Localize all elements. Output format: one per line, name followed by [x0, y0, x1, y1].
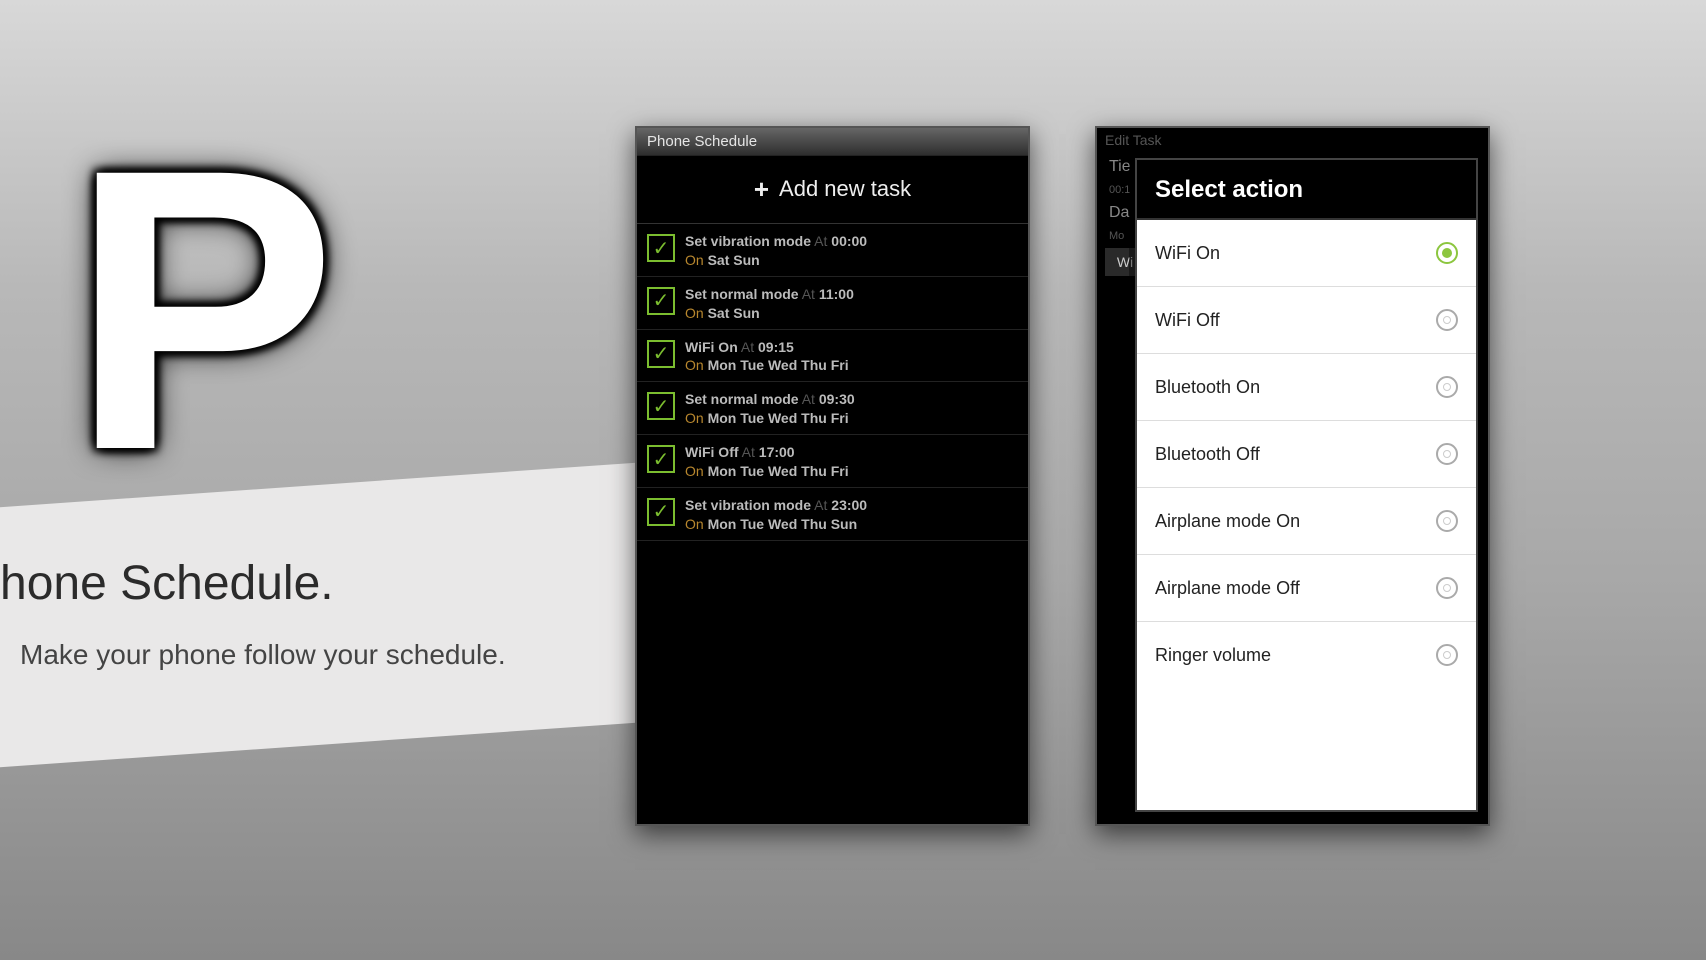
- action-option[interactable]: WiFi On: [1137, 220, 1476, 287]
- task-on: On: [685, 357, 704, 373]
- task-on: On: [685, 305, 704, 321]
- add-new-task-button[interactable]: + Add new task: [637, 156, 1028, 224]
- task-time: 00:00: [831, 233, 867, 249]
- task-checkbox[interactable]: ✓: [647, 234, 675, 262]
- action-option[interactable]: WiFi Off: [1137, 287, 1476, 354]
- task-days: Mon Tue Wed Thu Fri: [708, 463, 849, 479]
- task-row[interactable]: ✓ Set vibration mode At 23:00 On Mon Tue…: [637, 488, 1028, 541]
- task-at: At: [742, 444, 755, 460]
- action-option[interactable]: Airplane mode On: [1137, 488, 1476, 555]
- task-text: Set vibration mode At 00:00 On Sat Sun: [685, 232, 1018, 270]
- action-option-label: Bluetooth On: [1155, 377, 1260, 398]
- task-time: 23:00: [831, 497, 867, 513]
- task-at: At: [802, 286, 815, 302]
- promo-banner: hone Schedule. Make your phone follow yo…: [0, 462, 640, 770]
- edit-task-header: Edit Task: [1097, 128, 1488, 152]
- task-days: Sat Sun: [708, 305, 760, 321]
- task-checkbox[interactable]: ✓: [647, 498, 675, 526]
- action-option[interactable]: Bluetooth On: [1137, 354, 1476, 421]
- task-days: Mon Tue Wed Thu Fri: [708, 357, 849, 373]
- task-checkbox[interactable]: ✓: [647, 340, 675, 368]
- promo-title: hone Schedule.: [0, 556, 600, 611]
- app-header: Phone Schedule: [637, 128, 1028, 156]
- task-name: Set vibration mode: [685, 233, 811, 249]
- task-time: 09:30: [819, 391, 855, 407]
- radio-icon: [1436, 577, 1458, 599]
- task-checkbox[interactable]: ✓: [647, 392, 675, 420]
- task-days: Sat Sun: [708, 252, 760, 268]
- task-time: 09:15: [758, 339, 794, 355]
- task-checkbox[interactable]: ✓: [647, 445, 675, 473]
- action-option-label: Bluetooth Off: [1155, 444, 1260, 465]
- task-at: At: [814, 233, 827, 249]
- select-action-dialog: Select action WiFi On WiFi Off Bluetooth…: [1135, 158, 1478, 812]
- dialog-option-list: WiFi On WiFi Off Bluetooth On Bluetooth …: [1137, 220, 1476, 810]
- radio-icon: [1436, 644, 1458, 666]
- task-row[interactable]: ✓ Set vibration mode At 00:00 On Sat Sun: [637, 224, 1028, 277]
- task-name: Set vibration mode: [685, 497, 811, 513]
- action-option-label: Airplane mode On: [1155, 511, 1300, 532]
- task-at: At: [814, 497, 827, 513]
- task-text: Set normal mode At 09:30 On Mon Tue Wed …: [685, 390, 1018, 428]
- phone-task-list: Phone Schedule + Add new task ✓ Set vibra…: [635, 126, 1030, 826]
- task-checkbox[interactable]: ✓: [647, 287, 675, 315]
- task-row[interactable]: ✓ WiFi On At 09:15 On Mon Tue Wed Thu Fr…: [637, 330, 1028, 383]
- radio-icon: [1436, 443, 1458, 465]
- task-name: Set normal mode: [685, 286, 799, 302]
- radio-icon: [1436, 242, 1458, 264]
- task-name: WiFi On: [685, 339, 738, 355]
- plus-icon: +: [754, 174, 769, 204]
- task-text: Set vibration mode At 23:00 On Mon Tue W…: [685, 496, 1018, 534]
- logo-letter: P: [70, 160, 337, 460]
- task-at: At: [802, 391, 815, 407]
- task-at: At: [741, 339, 754, 355]
- task-on: On: [685, 463, 704, 479]
- task-row[interactable]: ✓ Set normal mode At 09:30 On Mon Tue We…: [637, 382, 1028, 435]
- task-text: WiFi Off At 17:00 On Mon Tue Wed Thu Fri: [685, 443, 1018, 481]
- task-on: On: [685, 516, 704, 532]
- action-option-label: Ringer volume: [1155, 645, 1271, 666]
- task-time: 17:00: [759, 444, 795, 460]
- task-row[interactable]: ✓ WiFi Off At 17:00 On Mon Tue Wed Thu F…: [637, 435, 1028, 488]
- radio-icon: [1436, 376, 1458, 398]
- radio-icon: [1436, 510, 1458, 532]
- task-name: WiFi Off: [685, 444, 739, 460]
- task-time: 11:00: [819, 286, 854, 302]
- action-option[interactable]: Airplane mode Off: [1137, 555, 1476, 622]
- phone-select-action: Edit Task Tie 00:1 Da Mo Wi Select actio…: [1095, 126, 1490, 826]
- add-task-label: Add new task: [779, 176, 911, 201]
- promo-subtitle: Make your phone follow your schedule.: [20, 639, 600, 671]
- radio-icon: [1436, 309, 1458, 331]
- task-text: Set normal mode At 11:00 On Sat Sun: [685, 285, 1018, 323]
- task-text: WiFi On At 09:15 On Mon Tue Wed Thu Fri: [685, 338, 1018, 376]
- action-option[interactable]: Ringer volume: [1137, 622, 1476, 688]
- promo-panel: P hone Schedule. Make your phone follow …: [0, 0, 620, 960]
- task-on: On: [685, 410, 704, 426]
- task-list-container: ✓ Set vibration mode At 00:00 On Sat Sun…: [637, 224, 1028, 541]
- action-option[interactable]: Bluetooth Off: [1137, 421, 1476, 488]
- action-option-label: WiFi Off: [1155, 310, 1220, 331]
- task-row[interactable]: ✓ Set normal mode At 11:00 On Sat Sun: [637, 277, 1028, 330]
- action-option-label: Airplane mode Off: [1155, 578, 1300, 599]
- task-days: Mon Tue Wed Thu Fri: [708, 410, 849, 426]
- dialog-title: Select action: [1137, 160, 1476, 220]
- task-name: Set normal mode: [685, 391, 799, 407]
- task-on: On: [685, 252, 704, 268]
- task-days: Mon Tue Wed Thu Sun: [708, 516, 858, 532]
- action-option-label: WiFi On: [1155, 243, 1220, 264]
